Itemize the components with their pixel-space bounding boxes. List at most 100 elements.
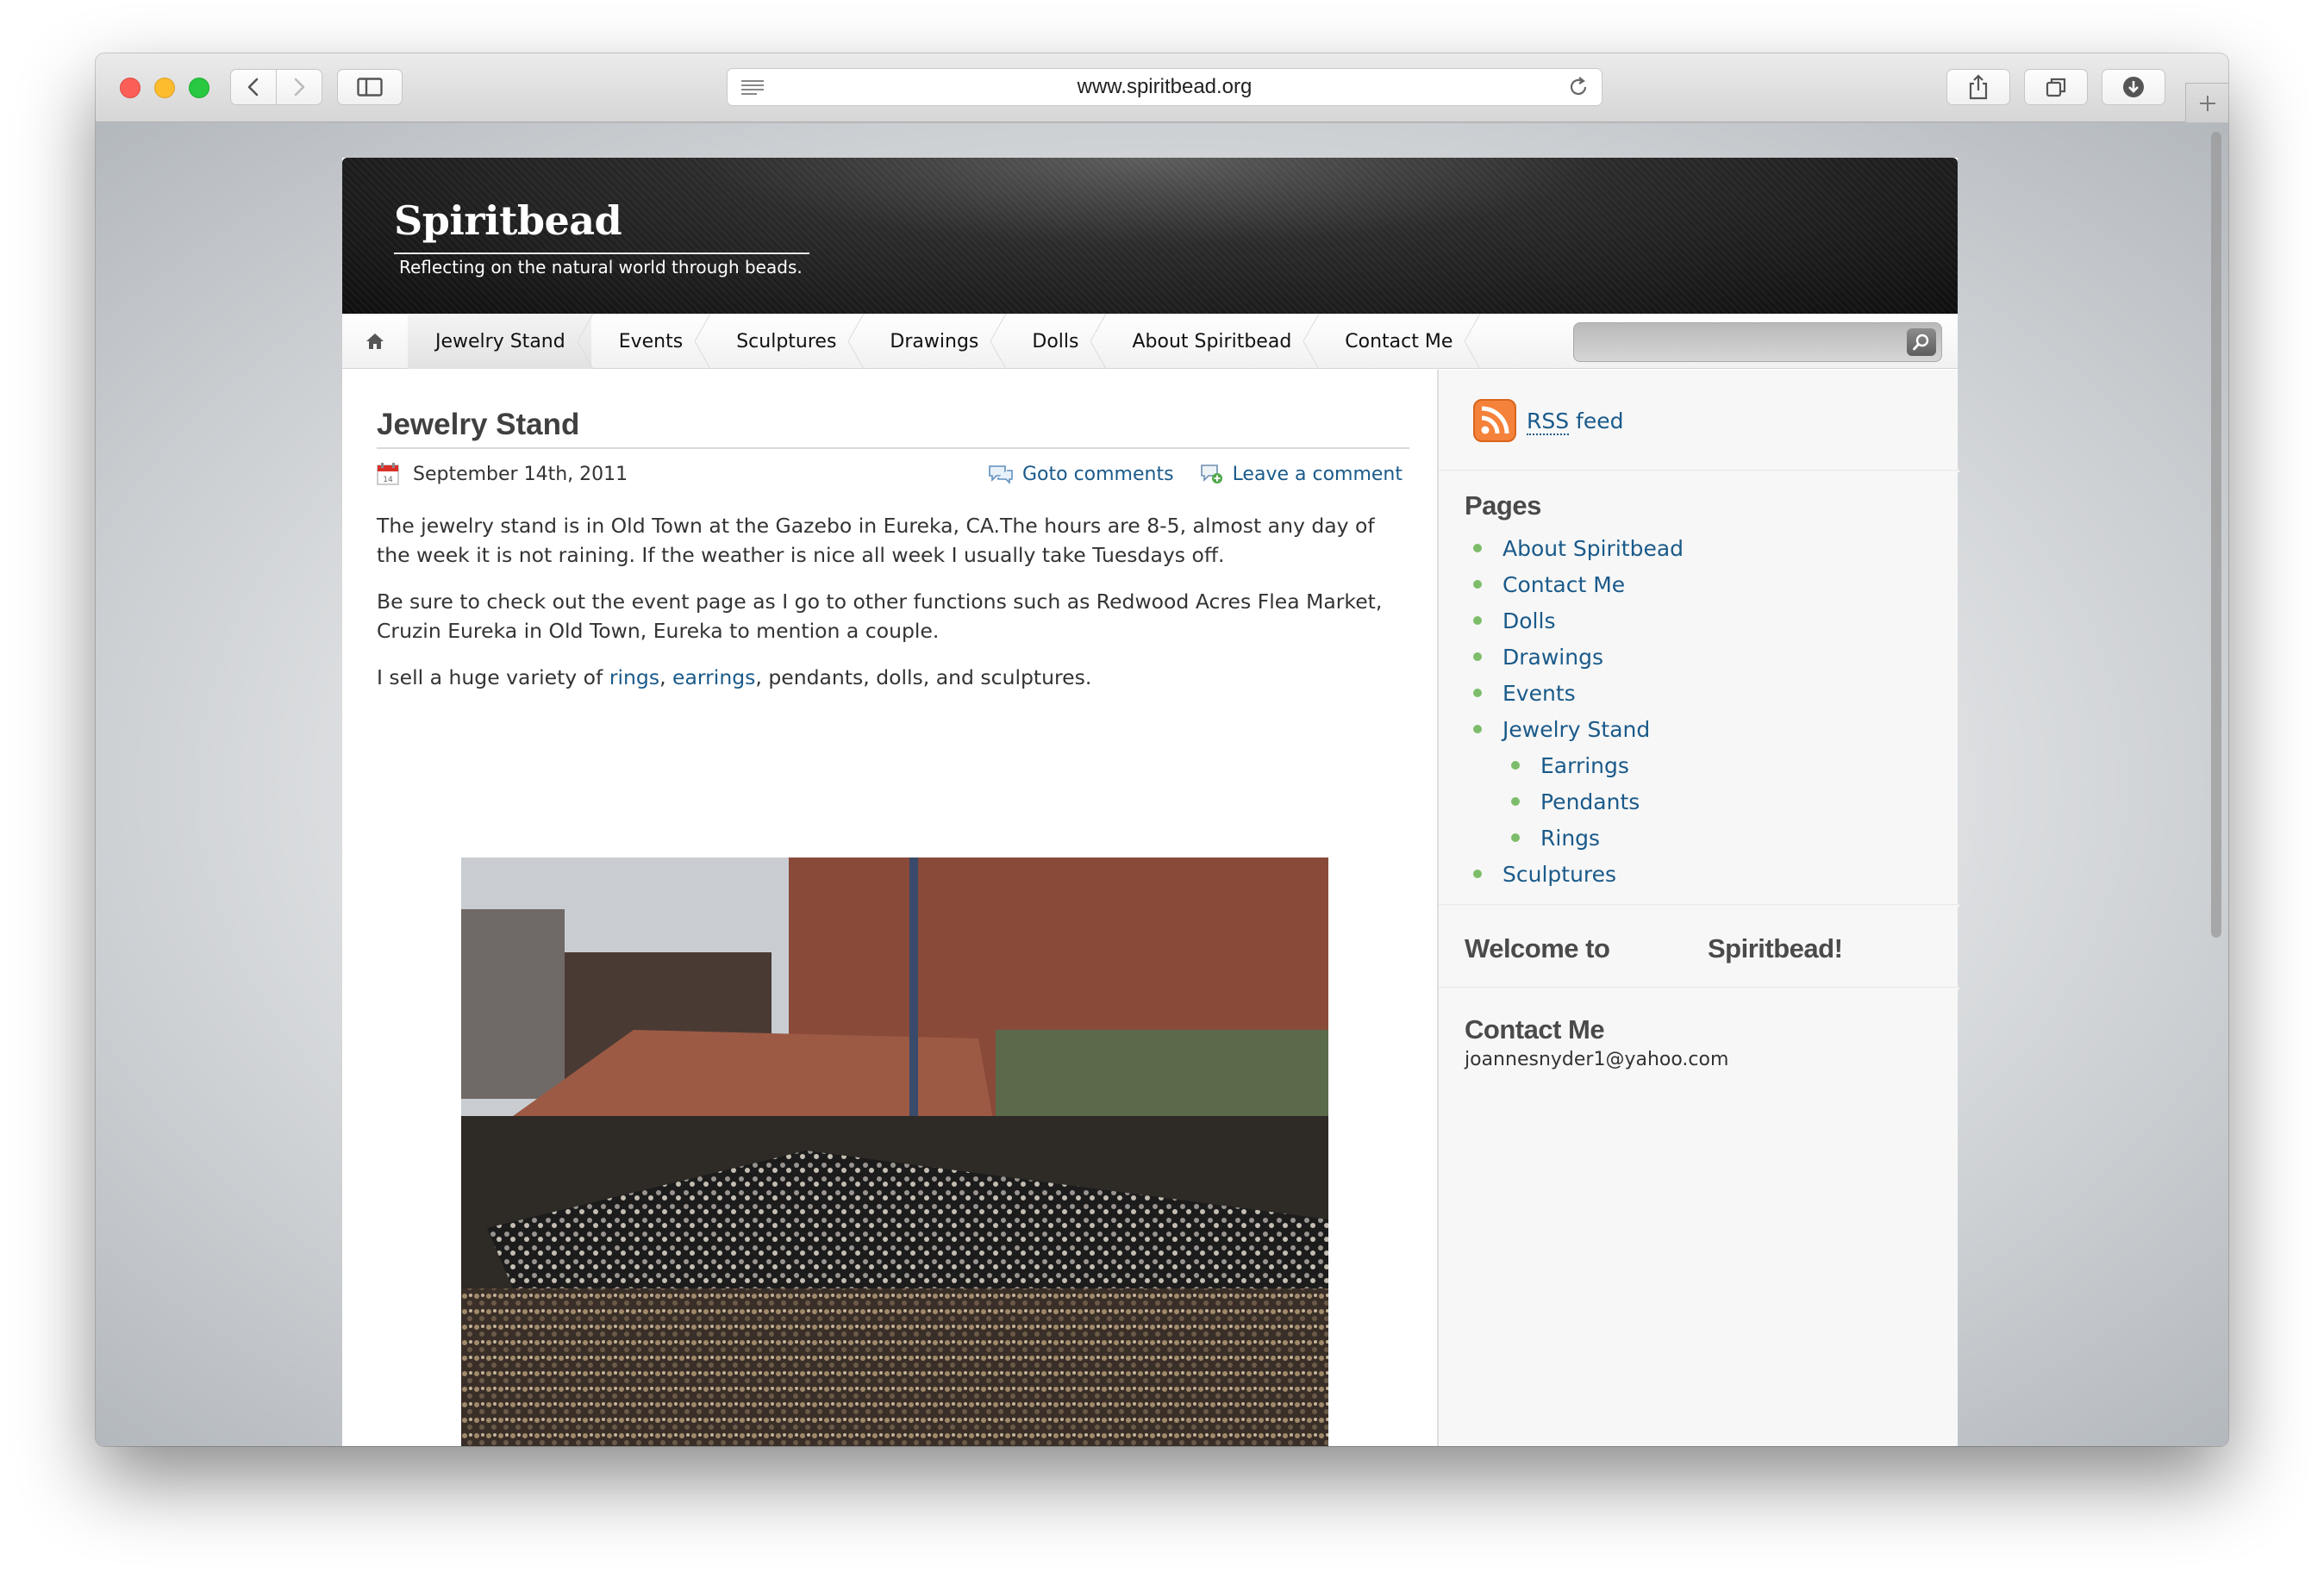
show-tabs-button[interactable] [2024,69,2088,105]
page-link-dolls[interactable]: Dolls [1502,608,1555,633]
pages-list-item: Jewelry Stand [1473,711,1684,747]
bullet-icon [1511,761,1520,770]
rss-feed-link[interactable]: RSS feed [1527,408,1624,435]
page-link-jewelry-stand[interactable]: Jewelry Stand [1502,717,1650,742]
plus-icon [2199,95,2215,111]
p3-separator: , [659,665,673,689]
browser-window: www.spiritbead.org Spiritbead Reflecting… [96,53,2228,1446]
minimize-window-button[interactable] [154,78,175,98]
nav-item-events[interactable]: Events [591,314,710,369]
nav-item-jewelry-stand[interactable]: Jewelry Stand [408,314,593,369]
add-comment-icon [1200,465,1222,483]
search-icon [1913,334,1929,351]
rss-icon[interactable] [1473,399,1516,442]
zoom-window-button[interactable] [189,78,209,98]
website: Spiritbead Reflecting on the natural wor… [342,158,1959,1446]
search-button[interactable] [1907,328,1936,356]
back-button[interactable] [230,69,277,105]
comment-links: Goto comments Leave a comment [988,463,1403,485]
svg-text:14: 14 [383,476,393,484]
reader-icon[interactable] [740,78,765,97]
post-date-text: September 14th, 2011 [413,463,628,485]
leave-comment-link[interactable]: Leave a comment [1200,463,1403,485]
pages-list-item: Earrings [1473,747,1684,783]
comments-icon [989,465,1013,484]
goto-comments-label: Goto comments [1021,463,1174,485]
bullet-icon [1473,580,1482,589]
nav-item-dolls[interactable]: Dolls [1004,314,1107,369]
home-icon [366,334,384,349]
nav-item-sculptures[interactable]: Sculptures [709,314,865,369]
post-paragraph-2: Be sure to check out the event page as I… [377,589,1383,643]
download-icon [2123,77,2144,97]
sidebar-divider [1439,470,1959,472]
bullet-icon [1473,616,1482,625]
pages-list-item: Sculptures [1473,856,1684,892]
search-input[interactable] [1579,328,1898,356]
pages-list-item: Contact Me [1473,566,1684,602]
calendar-icon: 14 [377,463,399,485]
nav-item-about-spiritbead[interactable]: About Spiritbead [1104,314,1320,369]
bullet-icon [1511,797,1520,806]
post-date: 14 September 14th, 2011 [377,463,628,485]
site-description: Reflecting on the natural world through … [394,253,809,278]
sidebar: RSS feed Pages About Spiritbead Contact M… [1437,370,1959,1446]
post-meta: 14 September 14th, 2011 Goto comments Le… [377,458,1409,492]
goto-comments-link[interactable]: Goto comments [988,464,1174,485]
p3-text-before: I sell a huge variety of [377,665,609,689]
page-link-contact-me[interactable]: Contact Me [1502,572,1625,597]
post-title[interactable]: Jewelry Stand [377,408,1409,449]
page-link-earrings[interactable]: Earrings [1540,753,1629,778]
address-bar[interactable]: www.spiritbead.org [727,68,1602,106]
scrollbar-thumb[interactable] [2211,132,2221,938]
page-link-pendants[interactable]: Pendants [1540,789,1640,814]
contact-email: joannesnyder1@yahoo.com [1465,1049,1729,1070]
pages-list: About Spiritbead Contact Me Dolls Drawings E… [1473,530,1684,892]
downloads-button[interactable] [2102,69,2165,105]
page-link-sculptures[interactable]: Sculptures [1502,862,1616,887]
pages-list-item: About Spiritbead [1473,530,1684,566]
browser-toolbar: www.spiritbead.org [96,53,2228,122]
chevron-right-icon [294,78,305,97]
tabs-icon [2046,78,2066,97]
scrollbar[interactable] [2202,123,2228,1446]
sidebar-divider [1439,987,1959,989]
bullet-icon [1473,725,1482,733]
main-content: Jewelry Stand 14 September 14th, 2011 Go… [342,370,1437,1446]
page-link-about-spiritbead[interactable]: About Spiritbead [1502,536,1684,561]
bullet-icon [1511,833,1520,842]
site-title[interactable]: Spiritbead [394,197,622,244]
page-link-drawings[interactable]: Drawings [1502,645,1603,670]
page-link-events[interactable]: Events [1502,681,1576,706]
nav-item-contact-me[interactable]: Contact Me [1317,314,1481,369]
jewelry-stand-photo [461,857,1328,1446]
bullet-icon [1473,544,1482,552]
rss-widget: RSS feed [1473,399,1624,442]
post-body: The jewelry stand is in Old Town at the … [377,511,1394,709]
main-navigation: Jewelry Stand Events Sculptures Drawings Dol… [342,314,1958,369]
search-box [1573,322,1942,362]
page-viewport: Spiritbead Reflecting on the natural wor… [96,123,2228,1446]
url-text: www.spiritbead.org [1077,75,1253,98]
share-button[interactable] [1946,69,2010,105]
nav-item-drawings[interactable]: Drawings [862,314,1007,369]
reload-icon[interactable] [1567,76,1590,98]
bullet-icon [1473,652,1482,661]
sidebar-button[interactable] [337,69,403,105]
forward-button[interactable] [276,69,322,105]
close-window-button[interactable] [120,78,141,98]
pages-widget-title: Pages [1465,490,1541,521]
nav-home-button[interactable] [342,314,408,369]
leave-comment-label: Leave a comment [1232,463,1403,485]
sidebar-icon [357,78,383,97]
bullet-icon [1473,689,1482,697]
rss-abbr: RSS [1527,408,1570,435]
post-paragraph-3: I sell a huge variety of rings, earrings… [377,663,1394,692]
contact-widget-title: Contact Me [1465,1014,1605,1045]
rings-link[interactable]: rings [609,665,659,689]
site-header: Spiritbead Reflecting on the natural wor… [342,158,1958,314]
pages-list-item: Dolls [1473,602,1684,639]
page-link-rings[interactable]: Rings [1540,826,1600,851]
earrings-link[interactable]: earrings [672,665,755,689]
new-tab-button[interactable] [2185,83,2228,122]
